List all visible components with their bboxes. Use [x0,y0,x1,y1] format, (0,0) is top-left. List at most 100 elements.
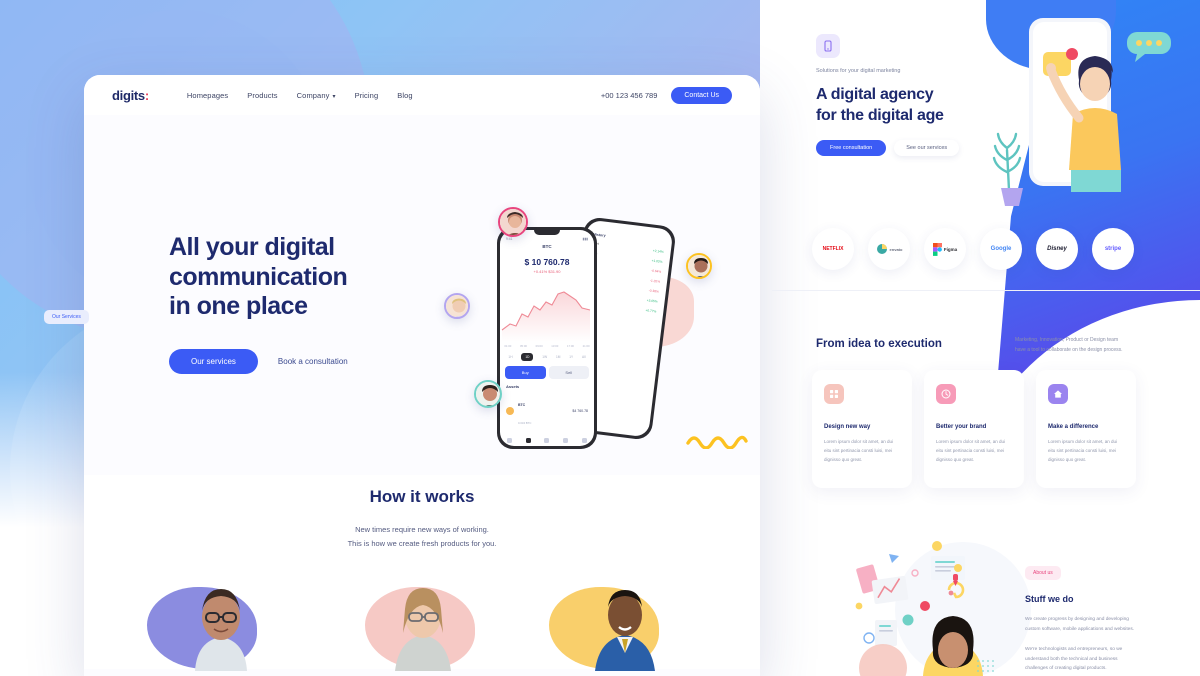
navigation-bar: digits: Homepages Products Company ▾ Pric… [84,75,760,115]
nav-icon-account[interactable] [582,438,588,443]
nav-label: Homepages [186,90,229,100]
price-change: -0.64% [650,268,662,274]
nav-icon-wallet[interactable] [544,438,550,443]
nav-item-products[interactable]: Products [247,91,277,100]
service-card-brand[interactable]: Better your brand Lorem ipsum dolor sit … [924,370,1024,488]
yellow-squiggle-decoration [686,435,748,449]
price-change: +2.14% [652,248,664,254]
team-photos [84,579,760,671]
asset-row[interactable]: BTC 0.034 BTC $4 760.78 [506,393,588,429]
price-change: -1.20% [649,278,661,284]
mobile-icon [824,40,832,52]
about-heading: Stuff we do [1025,594,1074,604]
nav-icon-history[interactable] [563,438,569,443]
service-card-title: Make a difference [1048,424,1099,430]
range-1h[interactable]: 1H [508,355,512,359]
x-tick: 05:00 [519,344,527,348]
avatar-right [686,253,712,279]
nav-item-homepages[interactable]: Homepages [187,91,228,100]
range-1w[interactable]: 1W [542,355,547,359]
phone-bottom-nav [500,438,594,443]
nav-item-pricing[interactable]: Pricing [355,91,379,100]
our-services-badge: Our Services [44,310,89,324]
app-logo-icon[interactable] [816,34,840,58]
phone-number: +00 123 456 789 [600,90,658,100]
chart-x-axis: 01:00 05:00 09:00 13:00 17:00 21:00 [500,344,594,348]
brand-icon [936,384,956,404]
right-hero-heading: A digital agency for the digital age [816,86,944,125]
design-icon [824,384,844,404]
team-photo-1 [145,579,295,671]
hero-eyebrow: Solutions for your digital marketing [816,68,901,74]
logo-text: digits [112,87,145,103]
logo-google: Google [980,228,1022,270]
right-hero-buttons: Free consultation See our services [816,140,960,156]
avatar-image [446,295,468,317]
contact-us-button[interactable]: Contact Us [671,86,732,104]
coin-icon [506,407,514,415]
logo-colon: : [144,87,149,103]
primary-phone-mockup: 9:41 ▮▮▮ BTC $ 10 760.78 +0.41% $31.90 0… [497,227,597,449]
avatar-left [444,293,470,319]
sell-button[interactable]: Sell [548,366,589,379]
nav-item-blog[interactable]: Blog [397,91,412,100]
range-1d[interactable]: 1D [521,353,534,361]
free-consultation-button[interactable]: Free consultation [816,140,887,156]
envato-icon [876,244,887,254]
price-chart [500,280,594,342]
nav-icon-market[interactable] [525,438,531,443]
coin-name: BTC [518,403,526,407]
range-1m[interactable]: 1M [556,355,560,359]
x-tick: 21:00 [582,344,590,348]
logo-label: envato [889,246,903,252]
chevron-down-icon: ▾ [332,93,336,100]
balance-amount: $ 10 760.78 [524,257,570,267]
services-subtext: Marketing, Innovation, Product or Design… [1015,337,1123,353]
coin-info: BTC 0.034 BTC [518,393,531,429]
about-paragraph-2: We're technologists and entrepreneurs, s… [1025,647,1123,672]
figma-icon [932,242,942,256]
service-card-title: Design new way [824,424,871,430]
grid-icon [830,390,838,398]
status-icons: ▮▮▮ [582,237,588,241]
coin-amount: 0.034 BTC [518,421,532,425]
nav-label: Products [247,90,278,100]
range-1y[interactable]: 1Y [569,355,573,359]
hero-section: All your digital communication in one pl… [84,115,760,475]
phone-mockup-group: History ETH+2.14% BTC+1.02% LTC-0.64% XR… [444,207,754,475]
brand-logo[interactable]: digits: [112,88,149,103]
left-page-mockup: digits: Homepages Products Company ▾ Pric… [84,75,760,676]
logo-figma: Figma [924,228,966,270]
hero-text-block: All your digital communication in one pl… [169,233,469,374]
range-selector: 1H 1D 1W 1M 1Y All [500,353,594,361]
logo-netflix: NETFLIX [812,228,854,270]
see-our-services-button[interactable]: See our services [894,140,960,156]
team-photo-3 [549,579,699,671]
assets-label: Assets [506,384,520,389]
about-paragraph-1: We create progress by designing and deve… [1025,617,1135,632]
client-logos-row: NETFLIX envato Figma Google Disney strip… [812,228,1134,270]
book-consultation-link[interactable]: Book a consultation [278,357,348,366]
screenshot-canvas: digits: Homepages Products Company ▾ Pric… [0,0,1200,676]
logo-stripe: stripe [1092,228,1134,270]
avatar-image [688,255,710,277]
coin-value: $4 760.78 [572,409,588,413]
section-divider [772,290,1200,291]
person-photo-1 [195,588,247,671]
hero-heading: All your digital communication in one pl… [169,233,348,320]
nav-label: Pricing [354,90,379,100]
service-card-difference[interactable]: Make a difference Lorem ipsum dolor sit … [1036,370,1136,488]
our-services-button[interactable]: Our services [169,348,258,374]
trade-buttons: Buy Sell [505,366,589,379]
difference-icon [1048,384,1068,404]
nav-icon-home[interactable] [506,438,512,443]
service-card-design[interactable]: Design new way Lorem ipsum dolor sit ame… [812,370,912,488]
buy-button[interactable]: Buy [505,366,546,379]
nav-item-company[interactable]: Company ▾ [297,91,336,100]
price-change: -0.38% [648,288,660,294]
range-all[interactable]: All [582,355,586,359]
how-it-works-heading: How it works [369,487,475,506]
team-photo-2 [347,579,497,671]
service-card-body: Lorem ipsum dolor sit amet, an dui eitu … [936,439,1006,462]
person-photo-2 [395,587,451,671]
